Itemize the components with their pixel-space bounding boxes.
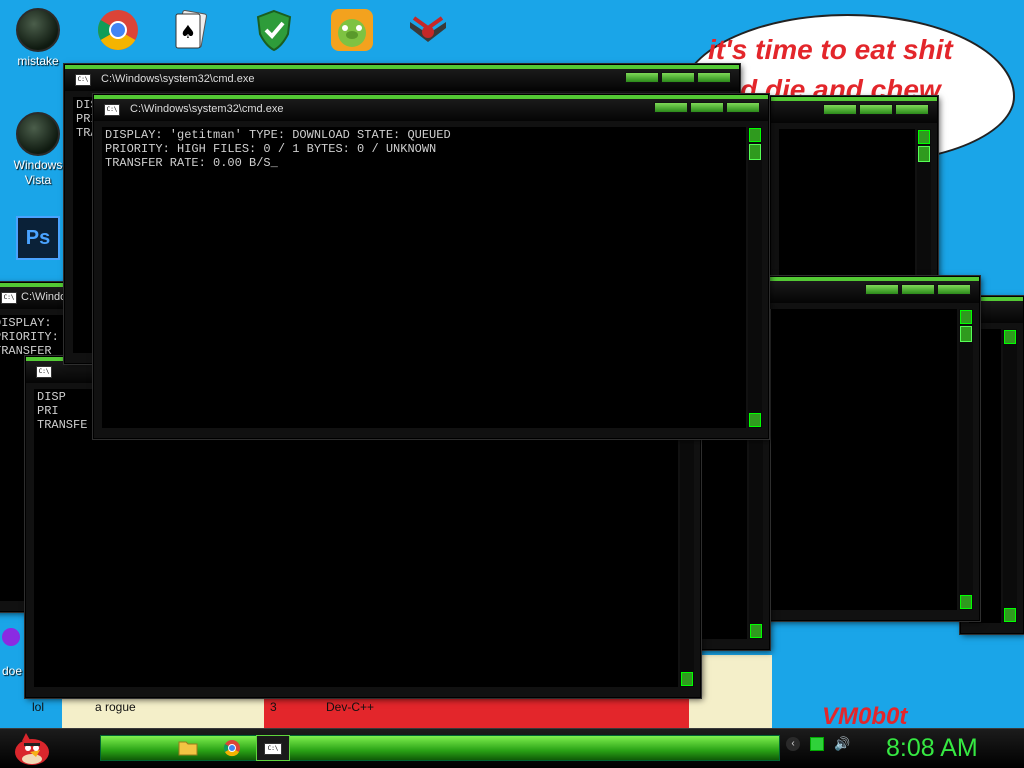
window-titlebar[interactable]: C:\ C:\Windows\system32\cmd.exe — [94, 95, 768, 121]
scroll-thumb[interactable] — [749, 144, 761, 160]
scroll-thumb[interactable] — [918, 146, 930, 162]
console-area[interactable]: DISPLAY: 'getitman' TYPE: DOWNLOAD STATE… — [102, 127, 746, 428]
signature-text: VM0b0t — [822, 703, 908, 730]
maximize-button[interactable] — [661, 72, 695, 83]
vertical-scrollbar[interactable] — [917, 129, 931, 280]
close-button[interactable] — [726, 102, 760, 113]
chevron-icon[interactable]: ‹ — [786, 737, 800, 751]
vertical-scrollbar[interactable] — [748, 127, 762, 428]
desktop-icon-label: doe — [2, 664, 23, 678]
desktop-icon-bad-piggies[interactable] — [322, 8, 382, 57]
emblem-icon — [410, 16, 446, 42]
window-controls[interactable] — [654, 102, 760, 114]
window-title: C:\Windows\system32\cmd.exe — [130, 103, 284, 115]
cmd-icon: C:\ — [104, 104, 120, 116]
window-titlebar[interactable] — [771, 97, 937, 123]
scroll-up-button[interactable] — [1004, 330, 1016, 344]
desktop-icon-photoshop[interactable]: Ps — [8, 216, 68, 260]
scroll-down-button[interactable] — [960, 595, 972, 609]
console-line-display: DISPLAY: 'getitman' TYPE: DOWNLOAD STATE… — [105, 128, 451, 142]
desktop-icon-chrome[interactable] — [88, 8, 148, 57]
scroll-down-button[interactable] — [750, 624, 762, 638]
vertical-scrollbar[interactable] — [959, 309, 973, 610]
purple-orb-icon — [2, 628, 20, 646]
monitor-icon[interactable] — [810, 737, 824, 751]
folder-icon[interactable] — [172, 735, 204, 761]
strip-label-rogue: a rogue — [95, 700, 136, 714]
svg-text:♠: ♠ — [180, 22, 196, 43]
speaker-icon[interactable]: 🔊 — [834, 737, 850, 751]
desktop-icon-doe[interactable]: doe — [2, 628, 22, 678]
scroll-down-button[interactable] — [681, 672, 693, 686]
cmd-icon: C:\ — [1, 292, 17, 304]
scroll-up-button[interactable] — [960, 310, 972, 324]
scroll-down-button[interactable] — [1004, 608, 1016, 622]
taskbar: C:\ ‹ 🔊 8:08 AM — [0, 728, 1024, 768]
dark-sphere-icon — [16, 8, 60, 52]
cmd-icon: C:\ — [36, 366, 52, 378]
window-controls[interactable] — [865, 284, 971, 296]
chrome-icon — [98, 10, 138, 50]
minimize-button[interactable] — [625, 72, 659, 83]
scroll-up-button[interactable] — [918, 130, 930, 144]
cmd-window-active[interactable]: C:\ C:\Windows\system32\cmd.exe DISPLAY:… — [93, 94, 769, 439]
maximize-button[interactable] — [690, 102, 724, 113]
strip-label-3: 3 — [270, 700, 277, 714]
cmd-icon: C:\ — [264, 743, 282, 755]
solitaire-icon: ♠ — [175, 9, 207, 49]
close-button[interactable] — [697, 72, 731, 83]
system-tray: ‹ 🔊 — [786, 737, 850, 751]
taskbar-cmd-button[interactable]: C:\ — [256, 735, 290, 761]
scroll-down-button[interactable] — [749, 413, 761, 427]
maximize-button[interactable] — [859, 104, 893, 115]
window-titlebar[interactable]: C:\ C:\Windows\system32\cmd.exe — [65, 65, 739, 91]
desktop-icon-windows-vista[interactable]: Windows Vista — [8, 112, 68, 188]
cmd-icon: C:\ — [75, 74, 91, 86]
photoshop-icon: Ps — [16, 216, 60, 260]
minimize-button[interactable] — [823, 104, 857, 115]
scroll-up-button[interactable] — [749, 128, 761, 142]
desktop-icon-mistake[interactable]: mistake — [8, 8, 68, 68]
desktop-icon-emblem[interactable] — [398, 8, 458, 57]
bad-piggies-icon — [331, 9, 373, 51]
bubble-text-line1: it's time to eat shit — [708, 34, 953, 65]
maximize-button[interactable] — [901, 284, 935, 295]
chrome-icon[interactable] — [216, 735, 248, 761]
desktop-icon-label: mistake — [17, 54, 59, 68]
console-line-transfer-rate: TRANSFER RATE: 0.00 B/S_ — [105, 156, 278, 170]
window-controls[interactable] — [625, 72, 731, 84]
desktop-icon-shield[interactable] — [244, 8, 304, 57]
window-title: C:\Windows\system32\cmd.exe — [101, 73, 255, 85]
start-button-angry-bird-icon[interactable] — [8, 731, 54, 767]
shield-check-icon — [256, 9, 292, 52]
recycle-sphere-icon — [16, 112, 60, 156]
scroll-thumb[interactable] — [960, 326, 972, 342]
strip-label-devcpp: Dev-C++ — [326, 700, 375, 714]
minimize-button[interactable] — [865, 284, 899, 295]
desktop-icon-label: Windows Vista — [13, 158, 63, 187]
window-title: C:\Windo — [21, 291, 67, 303]
desktop-icon-solitaire[interactable]: ♠ — [160, 8, 220, 57]
close-button[interactable] — [895, 104, 929, 115]
strip-label-lol: lol — [32, 700, 45, 714]
window-controls[interactable] — [823, 104, 929, 116]
taskbar-clock[interactable]: 8:08 AM — [886, 734, 978, 763]
close-button[interactable] — [937, 284, 971, 295]
console-line-priority: PRIORITY: HIGH FILES: 0 / 1 BYTES: 0 / U… — [105, 142, 437, 156]
console-area[interactable] — [779, 129, 915, 280]
cmd-window-bg-right[interactable] — [770, 96, 938, 291]
vertical-scrollbar[interactable] — [1003, 329, 1017, 623]
minimize-button[interactable] — [654, 102, 688, 113]
